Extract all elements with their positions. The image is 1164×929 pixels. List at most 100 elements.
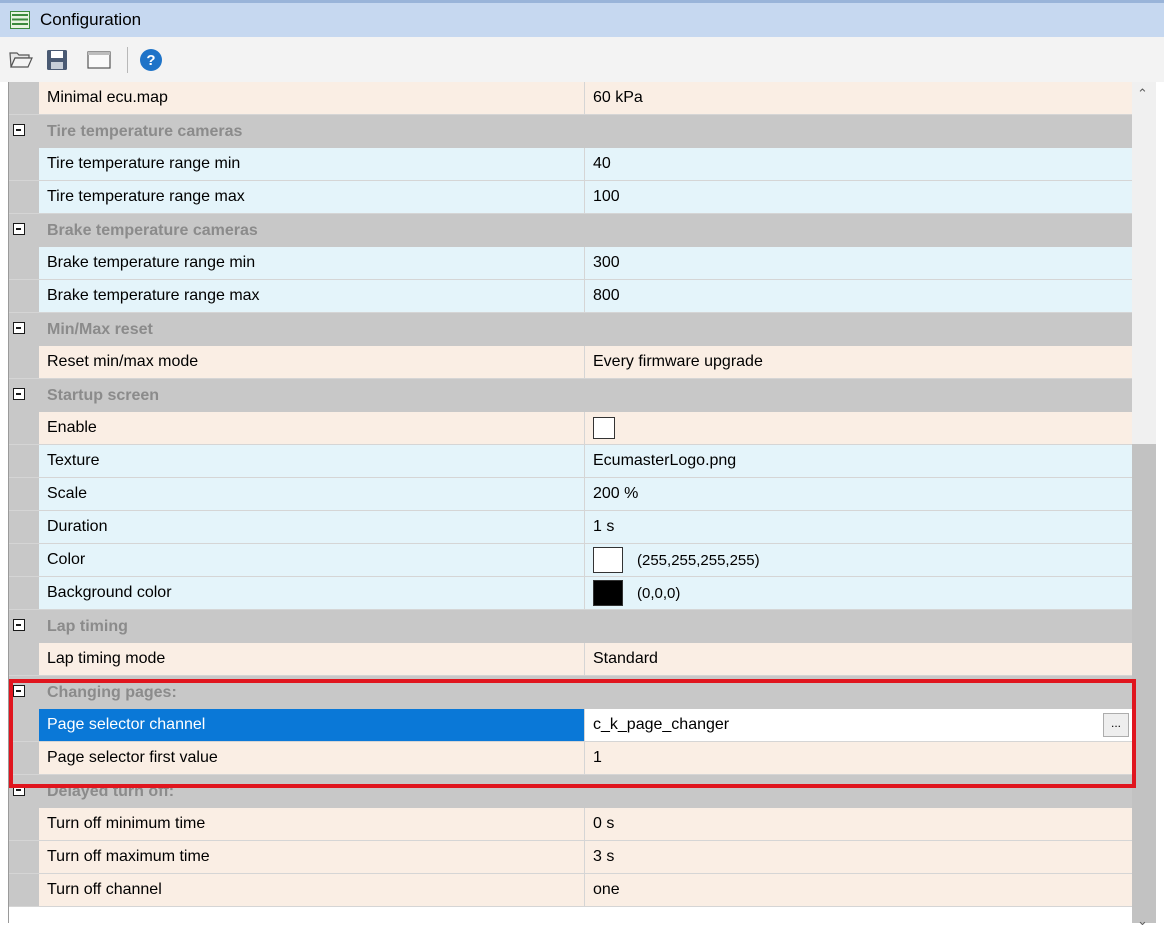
property-name[interactable]: Tire temperature range min — [39, 148, 585, 180]
category-row[interactable]: Changing pages: — [9, 676, 1133, 709]
property-value-text: 1 — [593, 749, 602, 766]
property-value-text: Standard — [593, 650, 658, 667]
property-name[interactable]: Enable — [39, 412, 585, 444]
property-value[interactable]: 1 s — [585, 511, 1133, 543]
row-gutter — [9, 577, 39, 609]
row-gutter — [9, 247, 39, 279]
save-button[interactable] — [44, 47, 70, 73]
property-name[interactable]: Minimal ecu.map — [39, 82, 585, 114]
browse-button[interactable]: ... — [1103, 713, 1129, 737]
scroll-down-icon[interactable]: ⌄ — [1137, 913, 1148, 929]
property-name[interactable]: Color — [39, 544, 585, 576]
property-name[interactable]: Scale — [39, 478, 585, 510]
property-row[interactable]: Texture EcumasterLogo.png — [9, 445, 1133, 478]
property-value[interactable]: 0 s — [585, 808, 1133, 840]
property-name[interactable]: Turn off maximum time — [39, 841, 585, 873]
window-button[interactable] — [86, 47, 112, 73]
property-value-text: 3 s — [593, 848, 615, 865]
row-gutter — [9, 82, 39, 114]
category-row[interactable]: Tire temperature cameras — [9, 115, 1133, 148]
property-name[interactable]: Tire temperature range max — [39, 181, 585, 213]
collapse-icon[interactable] — [13, 223, 25, 235]
property-row[interactable]: Lap timing mode Standard — [9, 643, 1133, 676]
collapse-icon[interactable] — [13, 784, 25, 796]
category-label: Tire temperature cameras — [47, 122, 243, 140]
property-value[interactable]: 40 — [585, 148, 1133, 180]
property-row[interactable]: Brake temperature range min 300 — [9, 247, 1133, 280]
property-name[interactable]: Page selector first value — [39, 742, 585, 774]
property-name[interactable]: Lap timing mode — [39, 643, 585, 675]
property-value-text: EcumasterLogo.png — [593, 452, 737, 469]
color-swatch[interactable] — [593, 580, 623, 606]
property-name[interactable]: Turn off minimum time — [39, 808, 585, 840]
property-row[interactable]: Scale 200 % — [9, 478, 1133, 511]
property-row[interactable]: Turn off channel one — [9, 874, 1133, 907]
enable-checkbox[interactable] — [593, 417, 615, 439]
row-gutter — [9, 148, 39, 180]
property-value[interactable]: 60 kPa — [585, 82, 1133, 114]
row-gutter — [9, 181, 39, 213]
category-label: Startup screen — [47, 386, 160, 404]
property-value[interactable]: 100 — [585, 181, 1133, 213]
property-name[interactable]: Brake temperature range min — [39, 247, 585, 279]
property-row[interactable]: Page selector channel c_k_page_changer... — [9, 709, 1133, 742]
property-row[interactable]: Brake temperature range max 800 — [9, 280, 1133, 313]
property-value[interactable]: (255,255,255,255) — [585, 544, 1133, 576]
property-row[interactable]: Background color (0,0,0) — [9, 577, 1133, 610]
property-row[interactable]: Reset min/max mode Every firmware upgrade — [9, 346, 1133, 379]
property-row[interactable]: Tire temperature range max 100 — [9, 181, 1133, 214]
property-row[interactable]: Minimal ecu.map 60 kPa — [9, 82, 1133, 115]
row-gutter — [9, 643, 39, 675]
category-row[interactable]: Startup screen — [9, 379, 1133, 412]
property-value[interactable]: 1 — [585, 742, 1133, 774]
open-button[interactable] — [8, 47, 34, 73]
property-value[interactable]: 200 % — [585, 478, 1133, 510]
open-folder-icon — [9, 52, 33, 68]
property-value[interactable]: 800 — [585, 280, 1133, 312]
property-value[interactable]: one — [585, 874, 1133, 906]
row-gutter — [9, 742, 39, 774]
category-row[interactable]: Lap timing — [9, 610, 1133, 643]
category-row[interactable]: Delayed turn off: — [9, 775, 1133, 808]
property-row[interactable]: Duration 1 s — [9, 511, 1133, 544]
color-swatch[interactable] — [593, 547, 623, 573]
property-value[interactable]: 3 s — [585, 841, 1133, 873]
property-row[interactable]: Color (255,255,255,255) — [9, 544, 1133, 577]
collapse-icon[interactable] — [13, 388, 25, 400]
collapse-icon[interactable] — [13, 619, 25, 631]
property-value[interactable]: c_k_page_changer... — [585, 709, 1133, 741]
scrollbar-thumb[interactable] — [1132, 444, 1156, 923]
property-row[interactable]: Turn off minimum time 0 s — [9, 808, 1133, 841]
property-name[interactable]: Texture — [39, 445, 585, 477]
category-row[interactable]: Brake temperature cameras — [9, 214, 1133, 247]
property-grid[interactable]: Minimal ecu.map 60 kPa Tire temperature ca… — [8, 82, 1133, 923]
help-button[interactable]: ? — [138, 47, 164, 73]
property-value-text: c_k_page_changer — [593, 716, 730, 733]
property-name[interactable]: Page selector channel — [39, 709, 585, 741]
property-name[interactable]: Reset min/max mode — [39, 346, 585, 378]
collapse-icon[interactable] — [13, 124, 25, 136]
property-value-text: 300 — [593, 254, 620, 271]
property-value[interactable]: EcumasterLogo.png — [585, 445, 1133, 477]
property-name[interactable]: Background color — [39, 577, 585, 609]
property-value[interactable] — [585, 412, 1133, 444]
property-value[interactable]: Standard — [585, 643, 1133, 675]
property-row[interactable]: Turn off maximum time 3 s — [9, 841, 1133, 874]
scroll-up-icon[interactable]: ⌃ — [1137, 86, 1148, 102]
row-gutter — [9, 412, 39, 444]
property-row[interactable]: Tire temperature range min 40 — [9, 148, 1133, 181]
vertical-scrollbar[interactable]: ⌃ ⌄ — [1132, 82, 1156, 928]
collapse-icon[interactable] — [13, 685, 25, 697]
row-gutter — [9, 709, 39, 741]
property-value[interactable]: 300 — [585, 247, 1133, 279]
color-value-text: (0,0,0) — [637, 584, 681, 602]
property-row[interactable]: Page selector first value 1 — [9, 742, 1133, 775]
property-name[interactable]: Brake temperature range max — [39, 280, 585, 312]
property-name[interactable]: Duration — [39, 511, 585, 543]
property-row[interactable]: Enable — [9, 412, 1133, 445]
collapse-icon[interactable] — [13, 322, 25, 334]
category-row[interactable]: Min/Max reset — [9, 313, 1133, 346]
property-value[interactable]: Every firmware upgrade — [585, 346, 1133, 378]
property-value[interactable]: (0,0,0) — [585, 577, 1133, 609]
property-name[interactable]: Turn off channel — [39, 874, 585, 906]
